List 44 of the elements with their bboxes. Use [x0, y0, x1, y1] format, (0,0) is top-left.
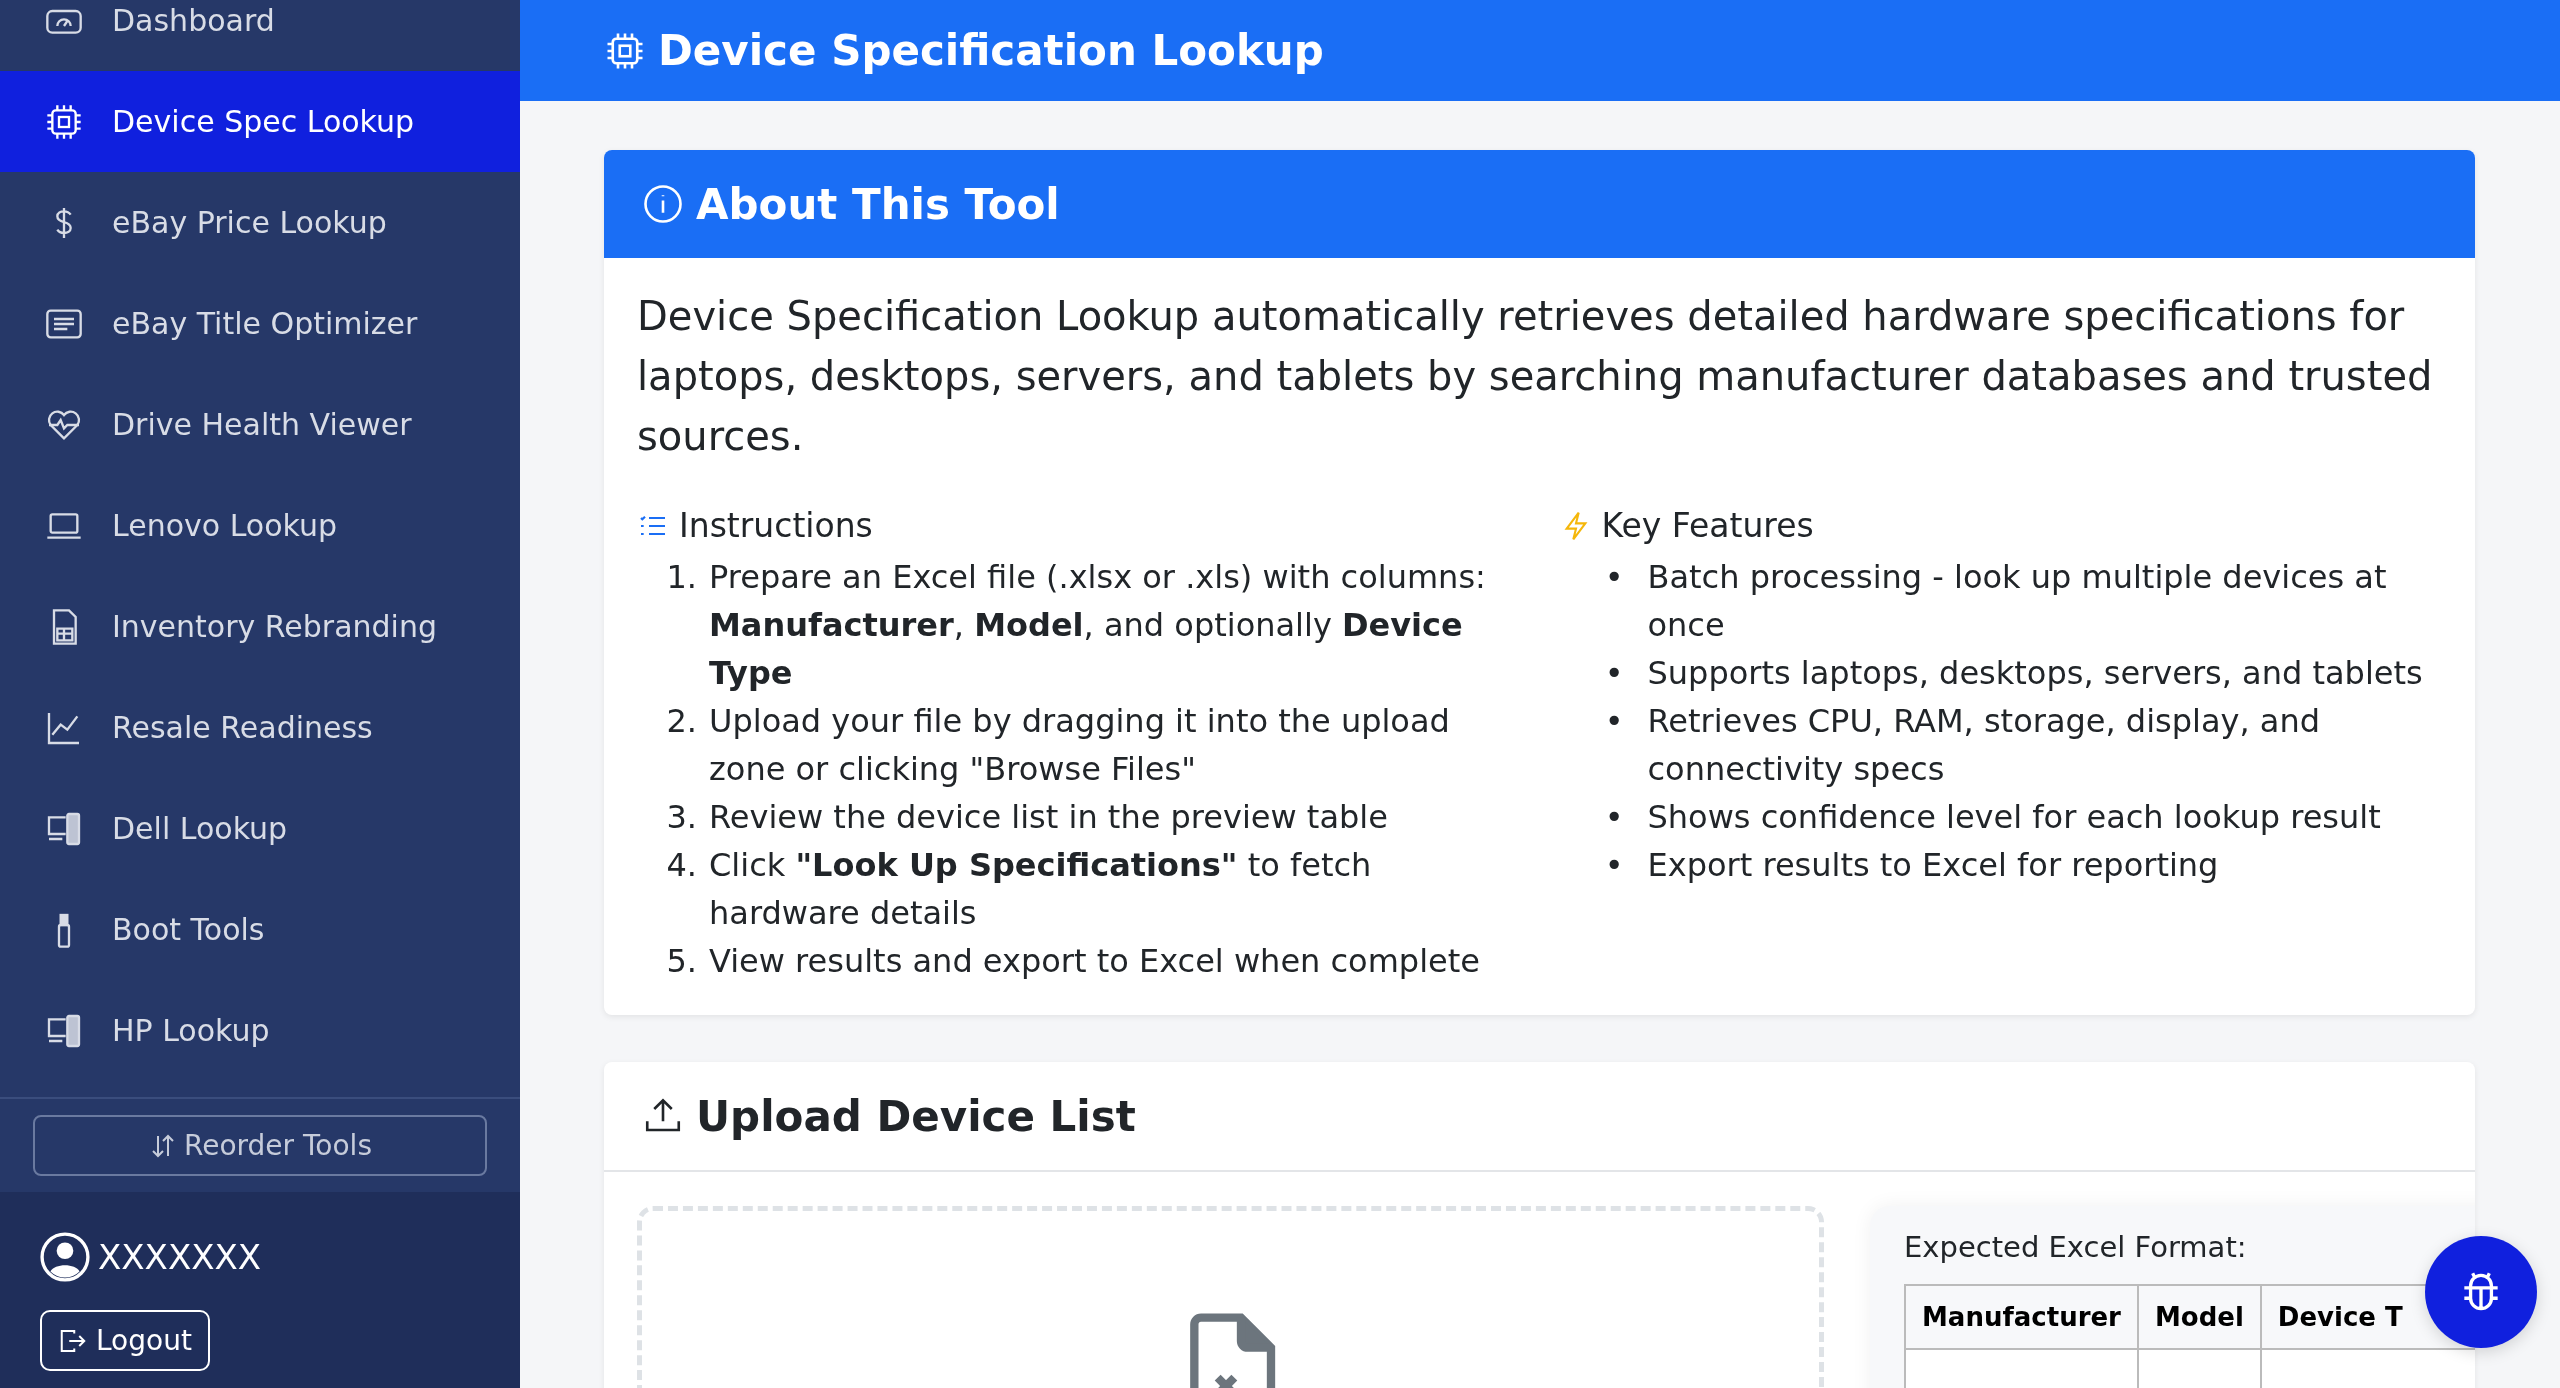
- card-title: About This Tool: [696, 179, 1060, 229]
- bullet: •: [1603, 557, 1625, 598]
- description: Device Specification Lookup automatically retrieves detailed hardware specifications for laptops, desktops, servers, and tablets by searching manufacturer databases and trusted sources.: [637, 292, 2434, 461]
- sidebar-item[interactable]: Boot Tools: [0, 879, 520, 980]
- user-name: XXXXXXX: [98, 1237, 262, 1277]
- reorder-button[interactable]: Reorder Tools: [33, 1115, 487, 1176]
- feature-text: Batch processing - look up multiple devices at once: [1647, 557, 2388, 646]
- bullet: •: [1603, 701, 1625, 742]
- sidebar-item[interactable]: Dashboard: [0, 0, 520, 71]
- sidebar-item[interactable]: HP Lookup: [0, 980, 520, 1081]
- bullet: •: [1603, 845, 1625, 886]
- step-number: 1.: [665, 557, 698, 598]
- step-text: Review the device list in the preview table: [709, 797, 1388, 838]
- step-number: 5.: [665, 941, 698, 982]
- step-text: Click "Look Up Specifications" to fetch hardware details: [709, 845, 1373, 934]
- bullet: •: [1603, 653, 1625, 694]
- card-title: Upload Device List: [696, 1091, 1136, 1141]
- user-avatar-icon: [40, 1232, 90, 1282]
- sidebar-item[interactable]: Resale Readiness: [0, 677, 520, 778]
- step-text: Prepare an Excel file (.xlsx or .xls) with columns: Manufacturer, Model, and optionally Device Type: [709, 557, 1487, 694]
- step-number: 3.: [665, 797, 698, 838]
- feature-text: Supports laptops, desktops, servers, and tablets: [1647, 653, 2423, 694]
- logout-button[interactable]: Logout: [40, 1310, 210, 1371]
- column-header: Manufacturer: [1905, 1285, 2138, 1349]
- info-icon: [642, 183, 684, 225]
- sidebar-item[interactable]: Device Spec Lookup: [0, 71, 520, 172]
- step-number: 4.: [665, 845, 698, 886]
- sidebar-item[interactable]: Drive Health Viewer: [0, 374, 520, 475]
- section-title: Instructions: [679, 506, 873, 545]
- section-title: Key Features: [1601, 506, 1814, 545]
- format-title: Expected Excel Format:: [1904, 1230, 2248, 1264]
- sidebar-item[interactable]: eBay Price Lookup: [0, 172, 520, 273]
- step-number: 2.: [665, 701, 698, 742]
- sidebar-item[interactable]: eBay Title Optimizer: [0, 273, 520, 374]
- sidebar-item[interactable]: Inventory Rebranding: [0, 576, 520, 677]
- feature-text: Export results to Excel for reporting: [1647, 845, 2219, 886]
- page-title: Device Specification Lookup: [658, 26, 1324, 75]
- feature-text: Retrieves CPU, RAM, storage, display, and connectivity specs: [1647, 701, 2321, 790]
- feature-text: Shows confidence level for each lookup result: [1647, 797, 2381, 838]
- sidebar-item[interactable]: Dell Lookup: [0, 778, 520, 879]
- step-text: View results and export to Excel when complete: [709, 941, 1480, 982]
- step-text: Upload your file by dragging it into the upload zone or clicking "Browse Files": [709, 701, 1451, 790]
- sidebar-item[interactable]: Lenovo Lookup: [0, 475, 520, 576]
- bullet: •: [1603, 797, 1625, 838]
